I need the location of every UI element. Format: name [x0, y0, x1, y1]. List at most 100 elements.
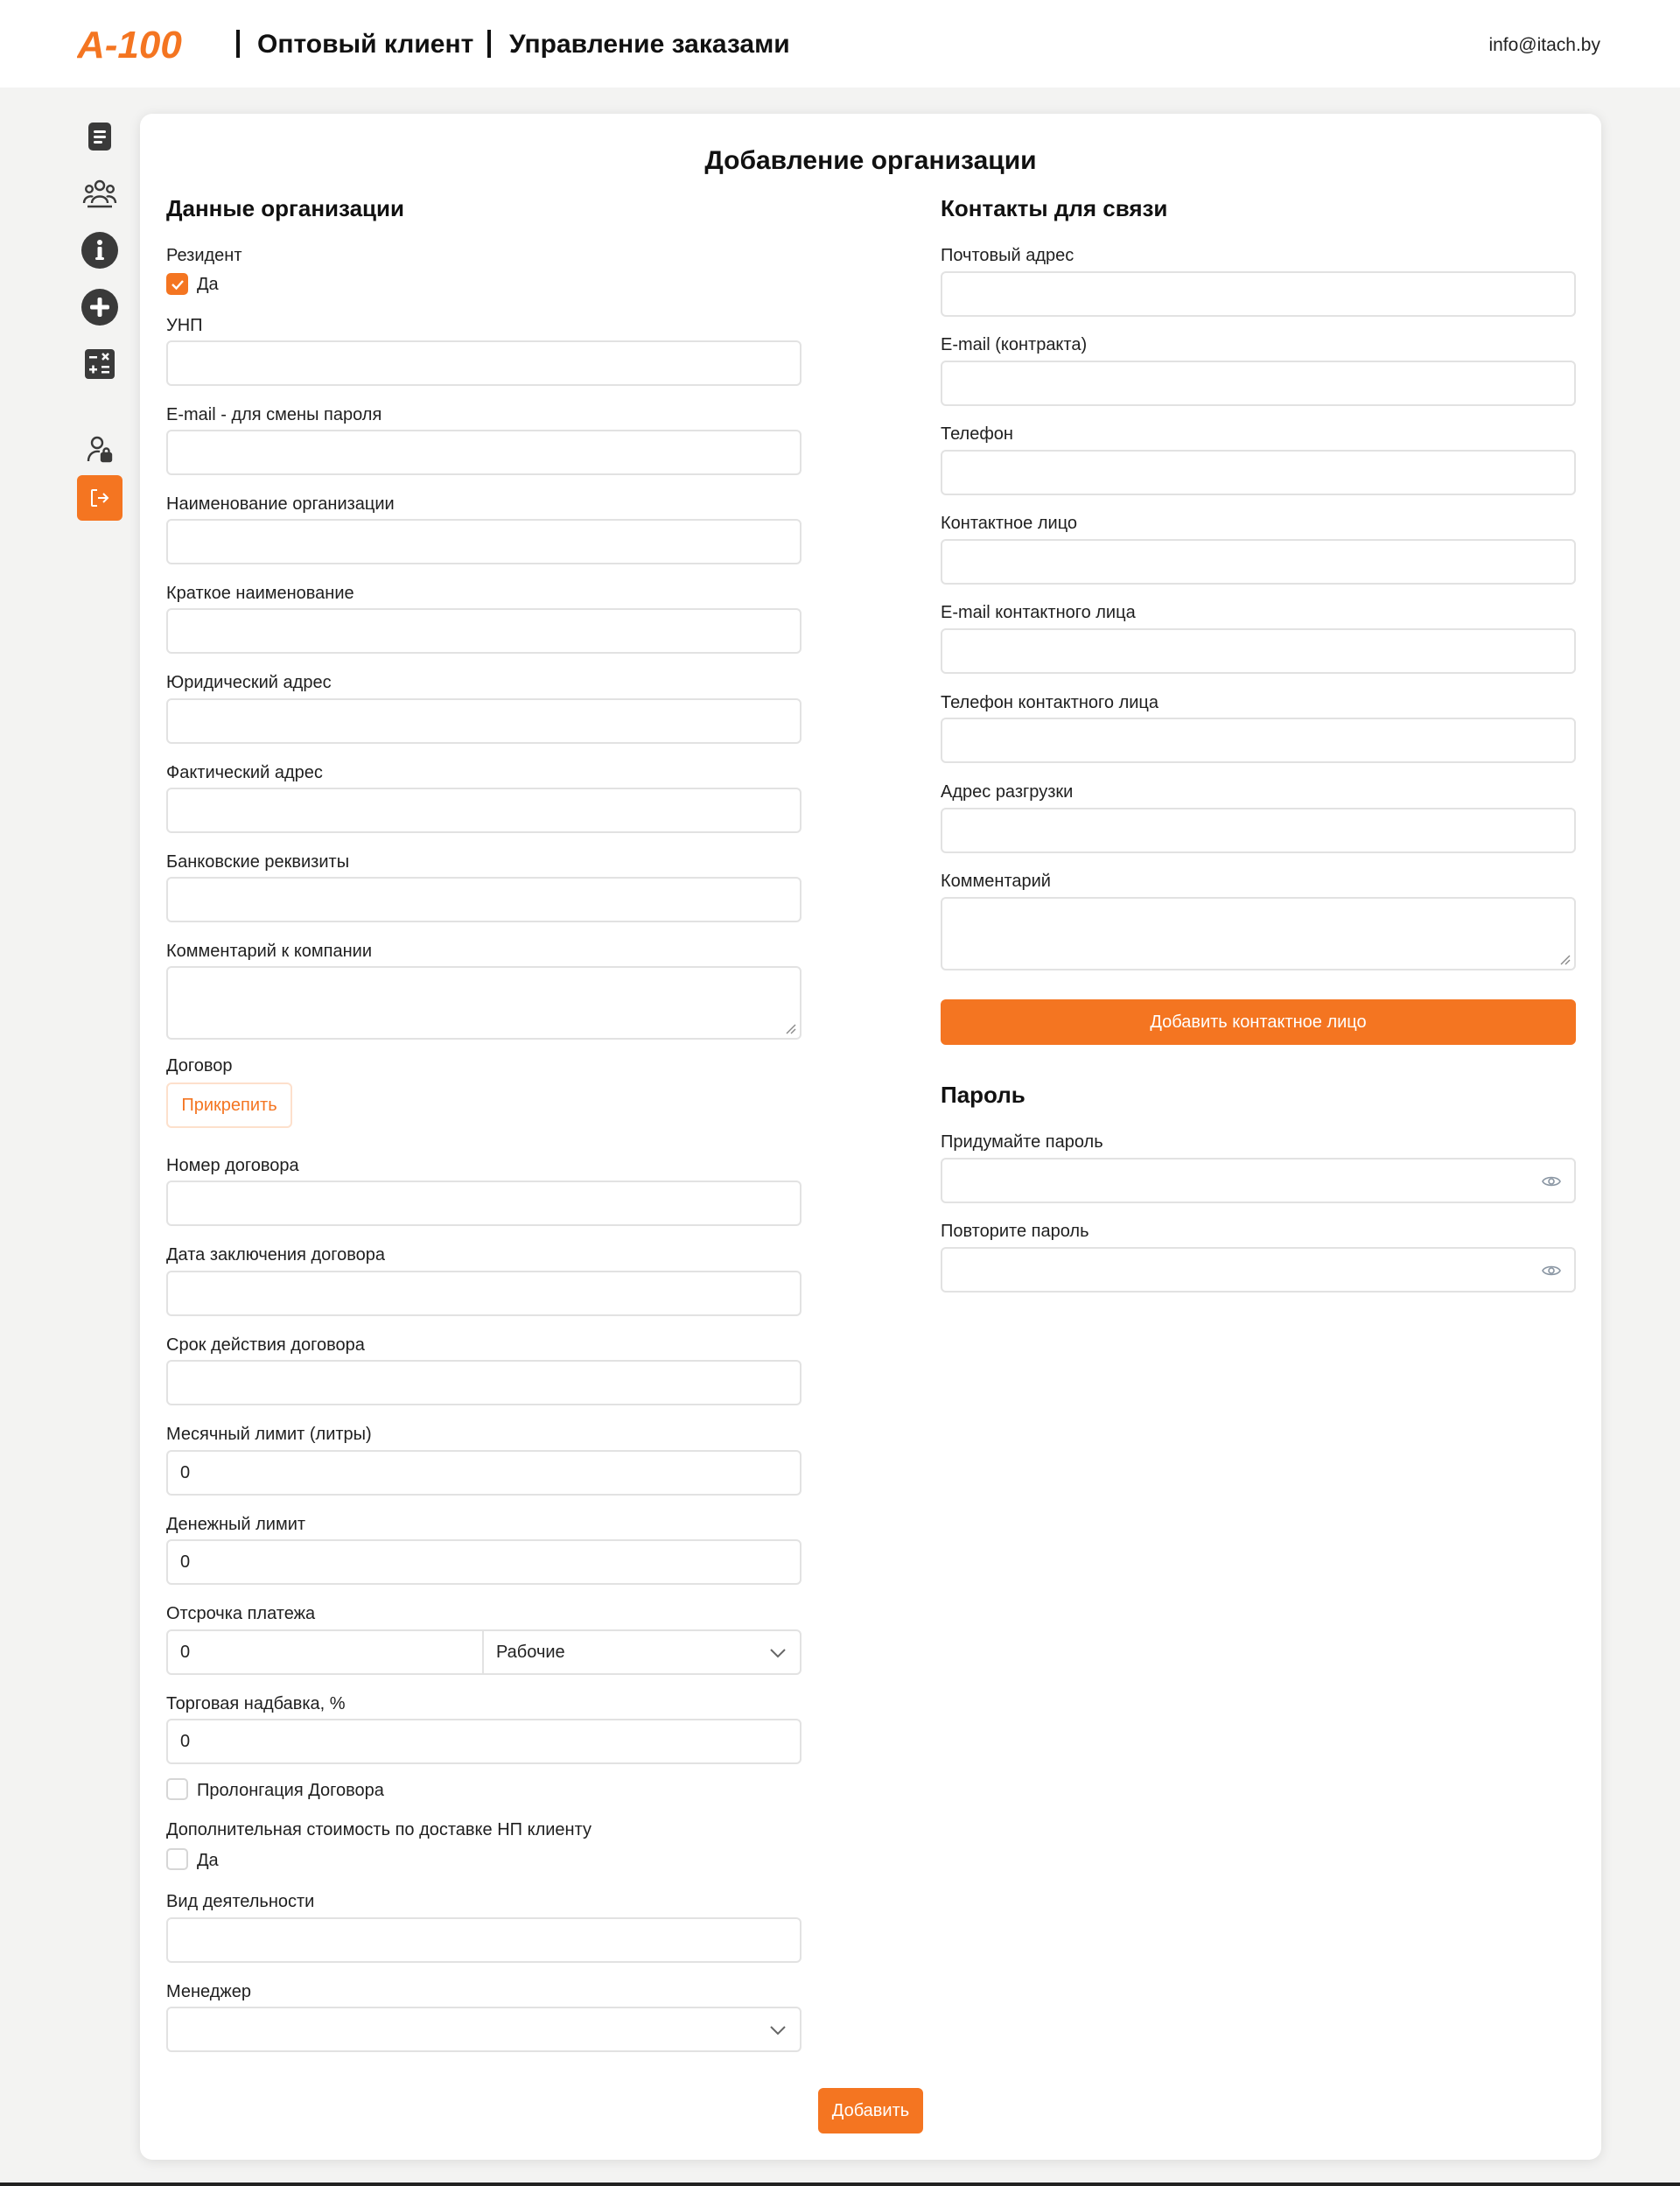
postal-address-input[interactable] [941, 271, 1576, 317]
resize-grip-icon[interactable] [1558, 953, 1571, 965]
chevron-down-icon [770, 1649, 786, 1658]
contract-date-label: Дата заключения договора [166, 1245, 386, 1265]
payment-deferral-input[interactable]: 0 [166, 1629, 484, 1675]
sidebar-item-logout[interactable] [77, 475, 122, 521]
sidebar-item-documents[interactable] [77, 114, 122, 159]
monthly-limit-input[interactable]: 0 [166, 1450, 802, 1496]
sidebar-item-calculator[interactable] [77, 341, 122, 387]
header-separator [487, 30, 491, 58]
contact-email-label: E-mail контактного лица [941, 603, 1136, 622]
activity-type-input[interactable] [166, 1917, 802, 1963]
unload-address-input[interactable] [941, 808, 1576, 853]
activity-type-label: Вид деятельности [166, 1892, 315, 1911]
calculator-icon [85, 349, 115, 379]
short-name-input[interactable] [166, 608, 802, 654]
sidebar-item-add[interactable] [77, 284, 122, 330]
contact-phone-input[interactable] [941, 718, 1576, 763]
payment-deferral-label: Отсрочка платежа [166, 1604, 316, 1623]
password-section-title: Пароль [941, 1082, 1026, 1108]
contract-email-label: E-mail (контракта) [941, 335, 1088, 354]
resident-label: Резидент [166, 246, 242, 265]
app-header: A-100 Оптовый клиент Управление заказами… [0, 0, 1680, 88]
contract-term-label: Срок действия договора [166, 1335, 365, 1355]
eye-icon[interactable] [1541, 1171, 1562, 1192]
phone-label: Телефон [941, 424, 1013, 444]
deferral-type-value: Рабочие [496, 1643, 565, 1662]
users-group-icon [82, 179, 117, 208]
a100-logo[interactable]: A-100 [77, 25, 219, 63]
deferral-type-select[interactable]: Рабочие [482, 1629, 802, 1675]
postal-address-label: Почтовый адрес [941, 246, 1074, 265]
sidebar-item-user-lock[interactable] [77, 426, 122, 472]
bank-details-input[interactable] [166, 877, 802, 922]
sidebar-item-info[interactable] [77, 228, 122, 273]
legal-address-input[interactable] [166, 698, 802, 744]
manager-label: Менеджер [166, 1982, 252, 2001]
contact-person-input[interactable] [941, 539, 1576, 585]
unp-input[interactable] [166, 340, 802, 386]
org-name-label: Наименование организации [166, 494, 395, 514]
extra-delivery-label: Дополнительная стоимость по доставке НП … [166, 1820, 592, 1839]
legal-address-label: Юридический адрес [166, 673, 332, 692]
monthly-limit-label: Месячный лимит (литры) [166, 1425, 372, 1444]
markup-input[interactable]: 0 [166, 1719, 802, 1764]
logout-icon [91, 489, 109, 507]
chevron-down-icon [770, 2026, 786, 2035]
new-password-input[interactable] [941, 1158, 1576, 1203]
attach-contract-button[interactable]: Прикрепить [166, 1082, 292, 1128]
company-comment-textarea[interactable] [166, 966, 802, 1040]
resident-checkbox-label[interactable]: Да [197, 273, 219, 296]
prolongation-checkbox[interactable] [166, 1778, 188, 1800]
page-title: Добавление организации [704, 146, 1037, 175]
header-section-title: Оптовый клиент [257, 30, 474, 59]
unp-label: УНП [166, 316, 203, 335]
actual-address-input[interactable] [166, 788, 802, 833]
bank-details-label: Банковские реквизиты [166, 852, 350, 872]
user-lock-icon [87, 436, 113, 463]
manager-select[interactable] [166, 2007, 802, 2052]
email-input[interactable] [166, 430, 802, 475]
markup-label: Торговая надбавка, % [166, 1694, 346, 1713]
company-comment-label: Комментарий к компании [166, 942, 373, 961]
repeat-password-label: Повторите пароль [941, 1222, 1089, 1241]
org-name-input[interactable] [166, 519, 802, 564]
resize-grip-icon[interactable] [784, 1022, 796, 1034]
contacts-comment-textarea[interactable] [941, 897, 1576, 970]
extra-delivery-checkbox-label[interactable]: Да [197, 1849, 219, 1872]
contact-phone-label: Телефон контактного лица [941, 693, 1158, 712]
money-limit-input[interactable]: 0 [166, 1539, 802, 1585]
phone-input[interactable] [941, 450, 1576, 495]
new-password-label: Придумайте пароль [941, 1132, 1103, 1152]
prolongation-checkbox-label[interactable]: Пролонгация Договора [197, 1779, 384, 1802]
plus-circle-icon [81, 289, 118, 326]
money-limit-label: Денежный лимит [166, 1515, 306, 1534]
document-list-icon [88, 123, 111, 151]
short-name-label: Краткое наименование [166, 584, 354, 603]
actual-address-label: Фактический адрес [166, 763, 323, 782]
contact-email-input[interactable] [941, 628, 1576, 674]
eye-icon[interactable] [1541, 1260, 1562, 1281]
add-organization-form: Добавление организации Данные организаци… [140, 114, 1601, 2160]
sidebar-item-users[interactable] [77, 171, 122, 216]
info-circle-icon [81, 232, 118, 269]
contacts-section-title: Контакты для связи [941, 195, 1168, 221]
contract-number-input[interactable] [166, 1181, 802, 1226]
unload-address-label: Адрес разгрузки [941, 782, 1074, 802]
contract-date-input[interactable] [166, 1271, 802, 1316]
bottom-border [0, 2182, 1680, 2186]
submit-add-button[interactable]: Добавить [818, 2088, 923, 2133]
repeat-password-input[interactable] [941, 1247, 1576, 1293]
resident-checkbox[interactable] [166, 273, 188, 295]
contract-label: Договор [166, 1056, 233, 1075]
extra-delivery-checkbox[interactable] [166, 1848, 188, 1870]
contract-email-input[interactable] [941, 361, 1576, 406]
org-section-title: Данные организации [166, 195, 405, 221]
contract-term-input[interactable] [166, 1360, 802, 1405]
contacts-comment-label: Комментарий [941, 872, 1051, 891]
svg-text:A-100: A-100 [77, 25, 182, 63]
contract-number-label: Номер договора [166, 1156, 299, 1175]
user-email[interactable]: info@itach.by [1488, 34, 1600, 57]
header-subsection-title: Управление заказами [509, 30, 790, 59]
add-contact-person-button[interactable]: Добавить контактное лицо [941, 999, 1576, 1045]
header-separator [236, 30, 240, 58]
